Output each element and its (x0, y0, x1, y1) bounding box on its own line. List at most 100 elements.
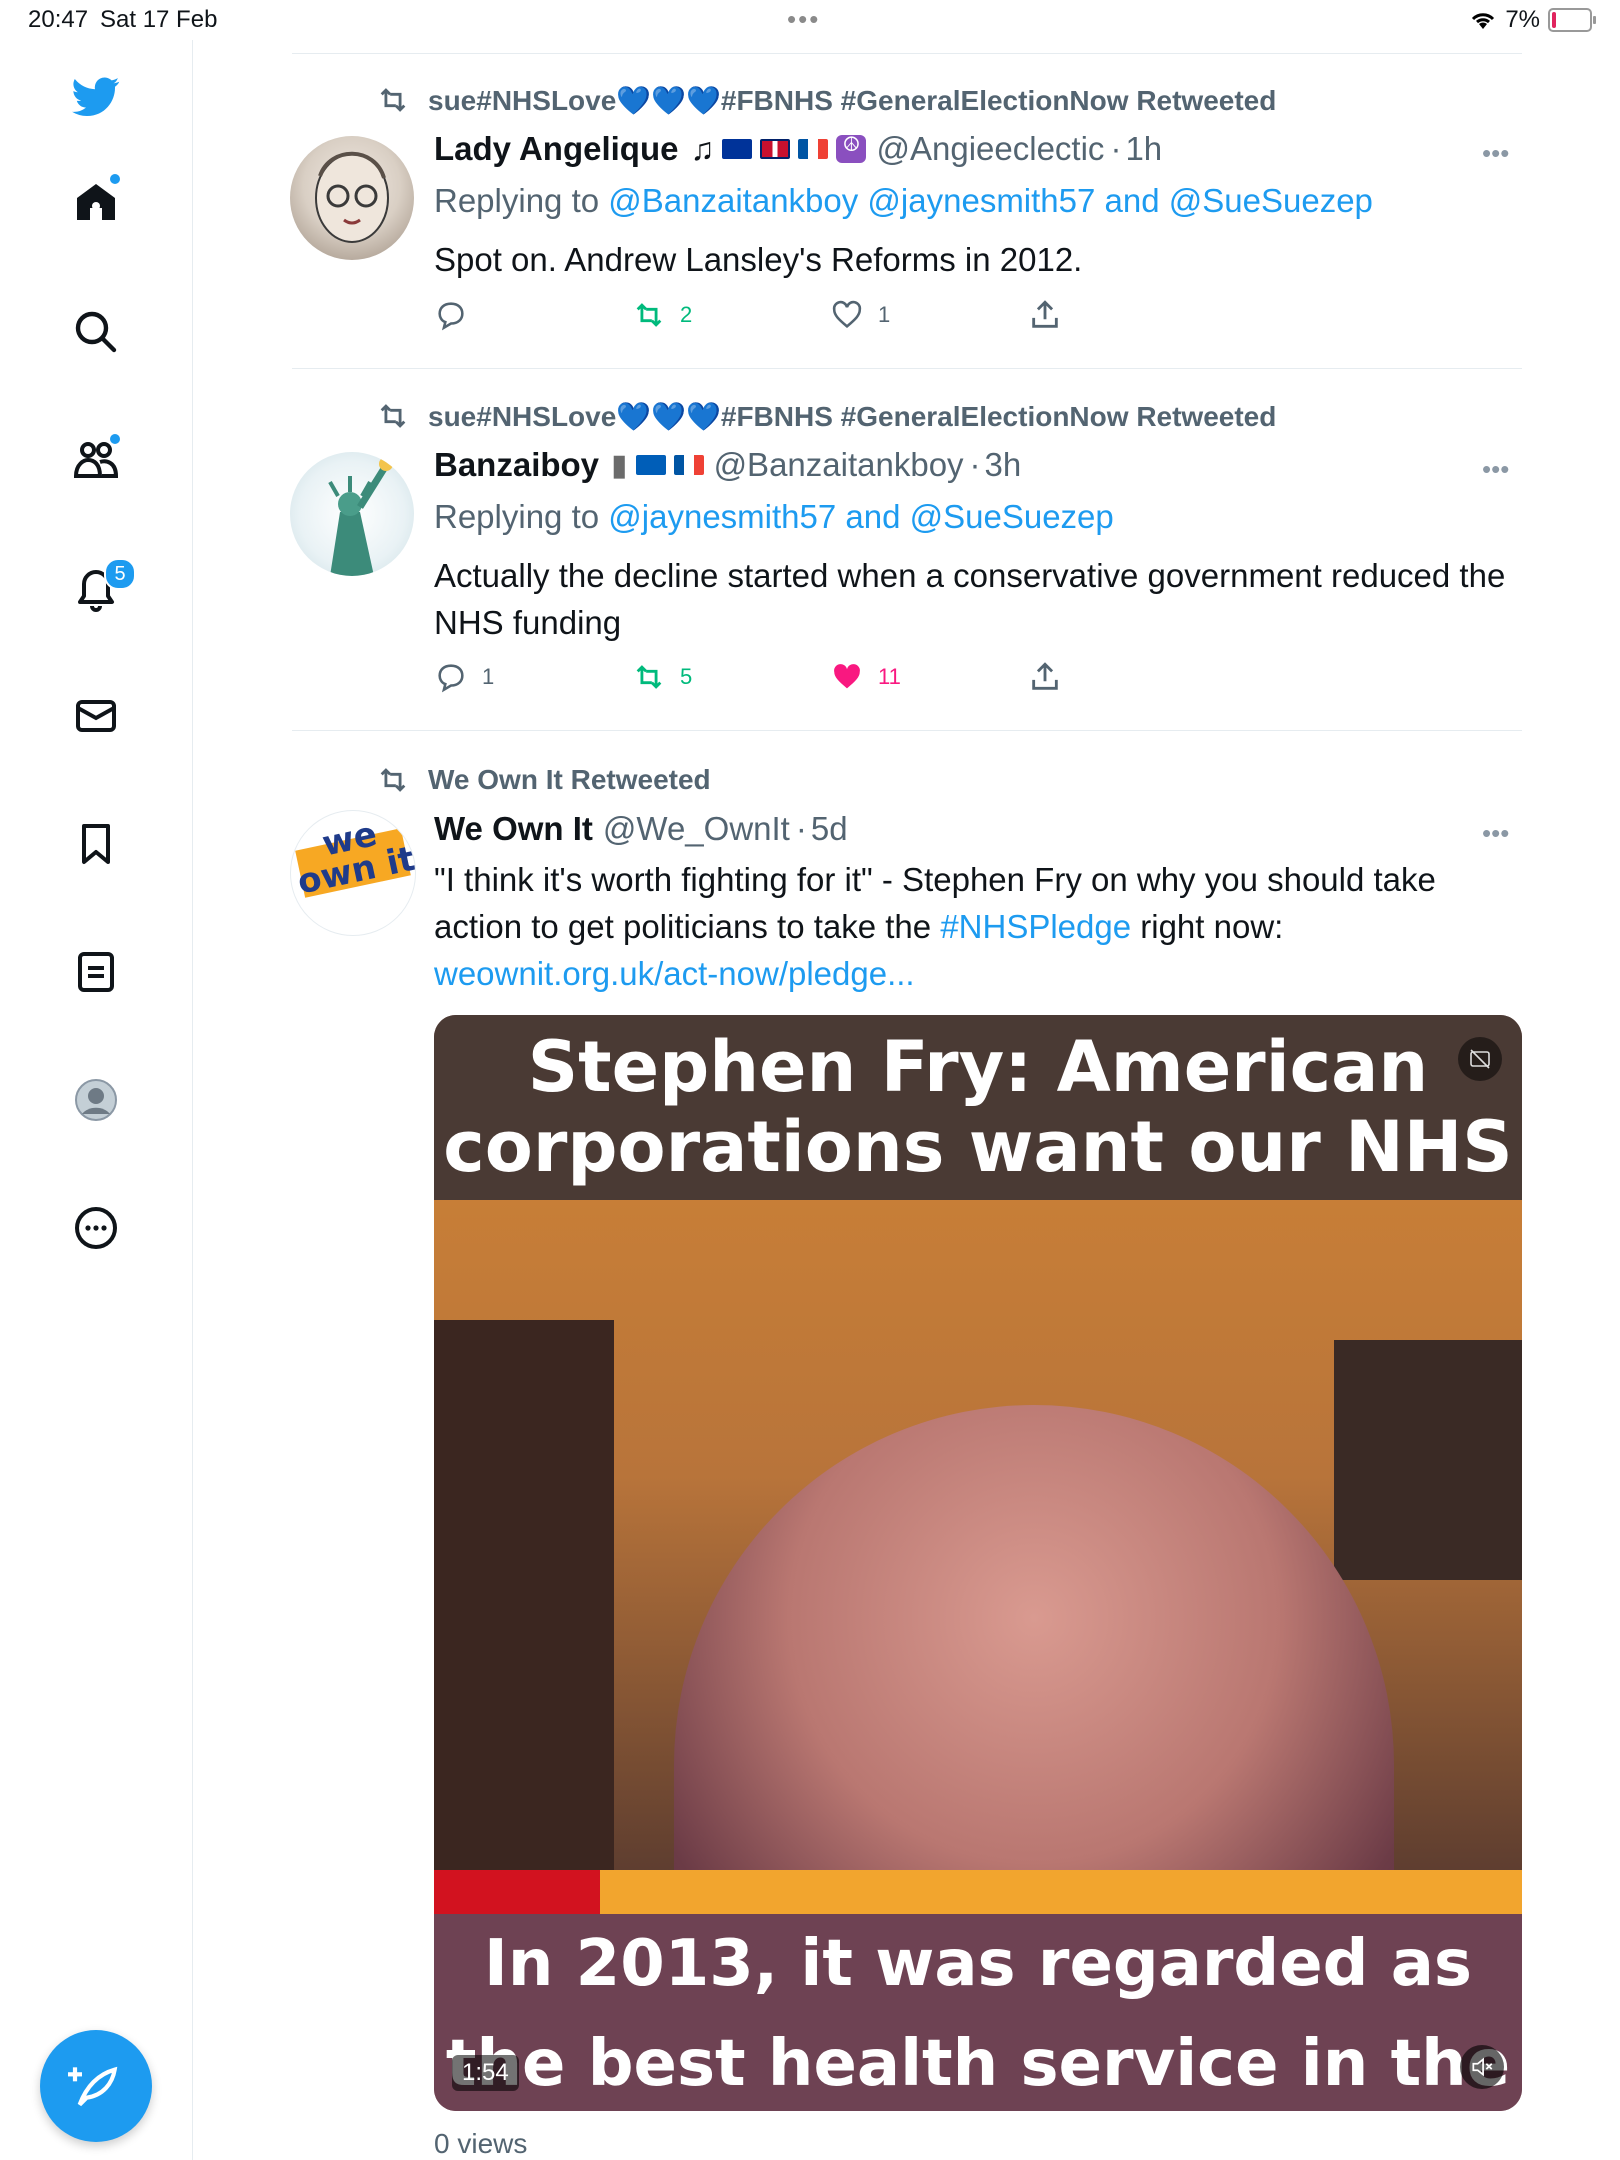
feed-divider (292, 368, 1522, 369)
tweet-time[interactable]: 5d (811, 810, 848, 848)
video-frame-bookcase (434, 1320, 614, 1920)
user-avatar[interactable] (290, 452, 414, 576)
nav-notifications[interactable]: 5 (58, 550, 136, 626)
retweet-count: 5 (680, 664, 693, 689)
hashtag-link[interactable]: #NHSPledge (940, 908, 1131, 945)
nav-lists[interactable] (58, 934, 134, 1010)
tweet-text-part: right now: (1131, 908, 1284, 945)
eu-flag-icon (722, 139, 753, 159)
tweet-more-menu-icon[interactable]: ••• (1482, 138, 1522, 168)
status-right: 7% (1469, 6, 1596, 34)
list-icon (78, 952, 114, 992)
tweet-text-part: "I think it's worth fighting for it" - S… (434, 861, 1436, 945)
nav-more[interactable] (58, 1190, 134, 1266)
user-handle[interactable]: @Angieeclectic (876, 130, 1104, 168)
retweeted-by-label: sue#NHSLove💙💙💙#FBNHS #GeneralElectionNow… (428, 400, 1277, 432)
nav-communities[interactable] (58, 422, 134, 498)
mute-toggle-icon[interactable] (1460, 2045, 1504, 2089)
separator-dot: · (795, 810, 807, 847)
video-caption-bar (434, 1870, 1522, 1914)
status-time: 20:47 (28, 6, 89, 33)
like-button[interactable]: 11 (830, 660, 901, 694)
twitter-logo-icon[interactable] (58, 58, 134, 134)
nav-home[interactable] (58, 164, 134, 240)
envelope-icon (76, 700, 116, 732)
reply-to-line: Replying to @Banzaitankboy @jaynesmith57… (434, 182, 1373, 220)
heart-filled-icon (834, 664, 860, 689)
retweet-icon (636, 303, 662, 327)
retweet-context: sue#NHSLove💙💙💙#FBNHS #GeneralElectionNow… (376, 80, 1276, 120)
user-handle[interactable]: @Banzaitankboy (714, 446, 964, 484)
status-date: Sat 17 Feb (100, 6, 218, 33)
external-link[interactable]: weownit.org.uk/act-now/pledge... (434, 955, 915, 992)
compose-tweet-button[interactable] (40, 2030, 152, 2142)
retweet-button[interactable]: 5 (632, 660, 692, 694)
retweet-icon (636, 665, 662, 689)
profile-avatar-icon (75, 1079, 117, 1121)
video-frame-shelf (1334, 1340, 1522, 1580)
moai-icon: ▮ (611, 448, 628, 482)
share-button[interactable] (1028, 298, 1076, 332)
reply-to-users[interactable]: @jaynesmith57 and @SueSuezep (608, 498, 1113, 535)
tweet-text: Spot on. Andrew Lansley's Reforms in 201… (434, 241, 1083, 278)
tweet-actions: 2 1 (434, 298, 1134, 338)
share-button[interactable] (1028, 660, 1076, 694)
user-avatar[interactable]: we own it (290, 810, 416, 936)
sidebar-nav: 5 (0, 40, 193, 2160)
home-icon (77, 184, 115, 220)
user-handle[interactable]: @We_OwnIt (603, 810, 790, 848)
nav-bookmarks[interactable] (58, 806, 134, 882)
separator-dot: · (969, 446, 981, 483)
tweet-time[interactable]: 1h (1125, 130, 1162, 168)
scotland-flag-icon (635, 455, 666, 475)
tweet-header: We Own It @We_OwnIt · 5d (434, 810, 848, 848)
retweeted-by-label: sue#NHSLove💙💙💙#FBNHS #GeneralElectionNow… (428, 84, 1277, 116)
statue-of-liberty-illustration (328, 457, 393, 576)
tweet-text: "I think it's worth fighting for it" - S… (434, 856, 1522, 997)
display-name[interactable]: Banzaiboy (434, 446, 599, 484)
status-bar: 20:47 Sat 17 Feb ••• 7% (0, 0, 1620, 40)
wifi-icon (1472, 13, 1495, 29)
uk-flag-icon (760, 139, 791, 159)
video-title-overlay: Stephen Fry: American corporations want … (434, 1015, 1522, 1200)
reply-to-line: Replying to @jaynesmith57 and @SueSuezep (434, 498, 1114, 536)
reply-icon (438, 302, 464, 331)
nav-explore[interactable] (58, 294, 134, 370)
like-count: 1 (878, 302, 891, 327)
tweet-header: Banzaiboy ▮ @Banzaitankboy · 3h (434, 446, 1021, 484)
avatar-logo-text: we own it (294, 814, 416, 903)
retweet-context: sue#NHSLove💙💙💙#FBNHS #GeneralElectionNow… (376, 396, 1276, 436)
video-player[interactable]: Stephen Fry: American corporations want … (434, 1015, 1522, 2111)
reply-to-users[interactable]: @Banzaitankboy @jaynesmith57 and @SueSue… (608, 182, 1373, 219)
france-flag-icon (798, 139, 829, 159)
tweet-more-menu-icon[interactable]: ••• (1482, 454, 1522, 484)
feed-divider (292, 730, 1522, 731)
display-name[interactable]: Lady Angelique (434, 130, 678, 168)
tweet-more-menu-icon[interactable]: ••• (1482, 818, 1522, 848)
compose-feather-icon (68, 2066, 118, 2107)
tweet-time[interactable]: 3h (985, 446, 1022, 484)
closed-captions-icon[interactable] (1458, 1037, 1502, 1081)
retweet-small-icon (380, 88, 406, 112)
nav-profile[interactable] (58, 1062, 134, 1138)
more-circle-icon (75, 1207, 117, 1249)
reply-icon (438, 664, 464, 693)
display-name[interactable]: We Own It (434, 810, 593, 848)
like-button[interactable]: 1 (830, 298, 890, 332)
like-count: 11 (878, 664, 901, 689)
reply-button[interactable] (434, 298, 482, 332)
video-caption-overlay: In 2013, it was regarded as the best hea… (434, 1914, 1522, 2111)
nav-messages[interactable] (58, 678, 134, 754)
multitask-dots-icon[interactable]: ••• (787, 4, 820, 35)
reply-count: 1 (482, 664, 495, 689)
heart-icon (832, 300, 862, 328)
tweet-text: Actually the decline started when a cons… (434, 557, 1506, 641)
tweet-header: Lady Angelique ♫ ☮ @Angieeclectic · 1h (434, 130, 1162, 168)
reply-button[interactable]: 1 (434, 660, 494, 694)
retweet-button[interactable]: 2 (632, 298, 692, 332)
user-avatar[interactable] (290, 136, 414, 260)
video-caption-bar-accent (434, 1870, 600, 1914)
replying-to-label: Replying to (434, 498, 600, 535)
video-view-count: 0 views (434, 2128, 528, 2159)
replying-to-label: Replying to (434, 182, 600, 219)
